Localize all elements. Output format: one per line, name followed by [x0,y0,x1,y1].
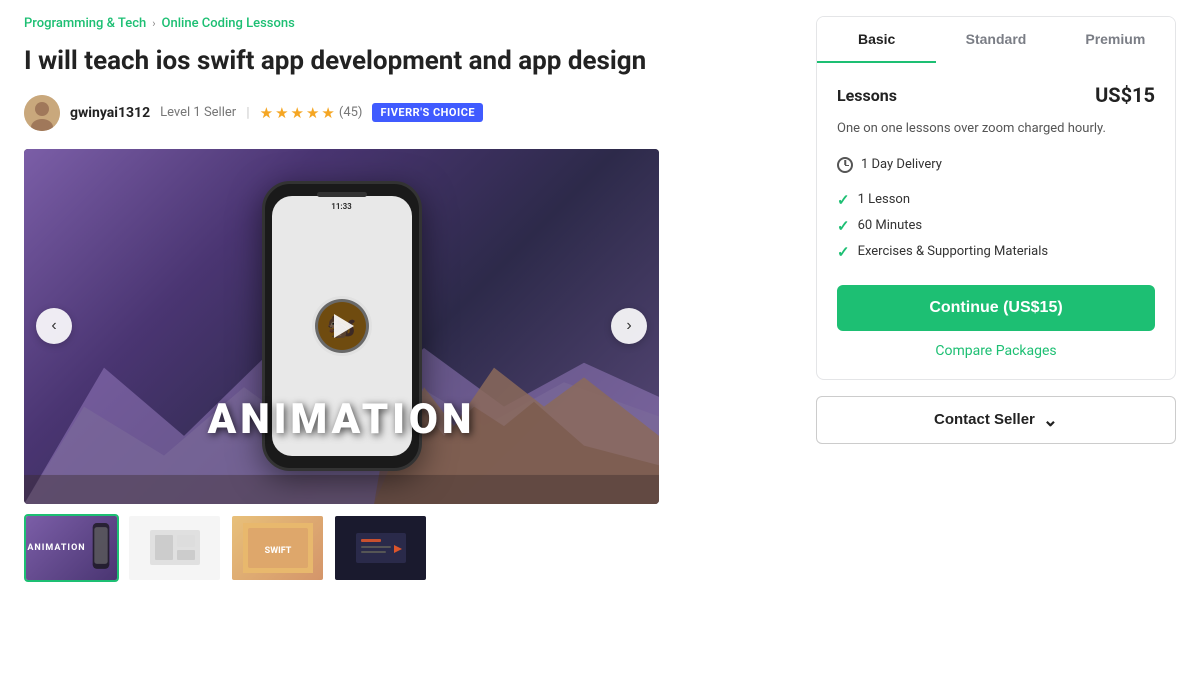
feature-2-text: 60 Minutes [858,218,923,233]
tab-standard[interactable]: Standard [936,17,1055,63]
star-rating: ★ ★ ★ ★ ★ (45) [260,104,363,122]
package-name: Lessons [837,86,897,105]
thumbnail-2[interactable] [127,514,222,582]
package-panel: Basic Standard Premium Lessons US$15 One… [816,16,1176,380]
avatar [24,95,60,131]
compare-packages-link[interactable]: Compare Packages [837,343,1155,359]
right-panel: Basic Standard Premium Lessons US$15 One… [816,16,1176,582]
package-features: ✓ 1 Lesson ✓ 60 Minutes ✓ Exercises & Su… [837,187,1155,265]
tab-premium[interactable]: Premium [1056,17,1175,63]
breadcrumb-separator: › [152,17,155,30]
seller-name[interactable]: gwinyai1312 [70,105,150,121]
media-viewer: 🐿️ 11:33 ANIMATION ‹ › [24,149,659,504]
chevron-down-icon: ⌄ [1043,411,1058,429]
delivery-text: 1 Day Delivery [861,157,942,172]
thumbnail-4[interactable] [333,514,428,582]
star-4: ★ [306,104,319,122]
rating-count: (45) [339,105,363,120]
tab-basic[interactable]: Basic [817,17,936,63]
seller-row: gwinyai1312 Level 1 Seller | ★ ★ ★ ★ ★ (… [24,95,784,131]
feature-1: ✓ 1 Lesson [837,187,1155,213]
package-description: One on one lessons over zoom charged hou… [837,119,1155,139]
fiverrs-choice-badge: FIVERR'S CHOICE [372,103,483,122]
feature-3-text: Exercises & Supporting Materials [858,244,1049,259]
svg-text:SWIFT: SWIFT [264,546,291,556]
star-3: ★ [291,104,304,122]
breadcrumb-child[interactable]: Online Coding Lessons [162,16,295,31]
feature-1-text: 1 Lesson [858,192,910,207]
prev-arrow[interactable]: ‹ [36,308,72,344]
check-icon-2: ✓ [837,217,850,235]
main-image: 🐿️ 11:33 ANIMATION ‹ › [24,149,659,504]
next-arrow[interactable]: › [611,308,647,344]
separator: | [246,105,249,121]
check-icon-3: ✓ [837,243,850,261]
thumbnail-1[interactable]: ANIMATION [24,514,119,582]
thumb-1-label: ANIMATION [27,543,85,553]
animation-label: ANIMATION [208,395,476,444]
check-icon-1: ✓ [837,191,850,209]
package-body: Lessons US$15 One on one lessons over zo… [817,63,1175,379]
feature-2: ✓ 60 Minutes [837,213,1155,239]
contact-seller-label: Contact Seller [934,411,1035,428]
thumbnail-3[interactable]: SWIFT [230,514,325,582]
breadcrumb: Programming & Tech › Online Coding Lesso… [24,16,784,31]
thumbnail-strip: ANIMATION [24,514,659,582]
breadcrumb-parent[interactable]: Programming & Tech [24,16,146,31]
play-button[interactable] [312,296,372,356]
star-1: ★ [260,104,273,122]
package-tabs: Basic Standard Premium [817,17,1175,63]
gig-title: I will teach ios swift app development a… [24,45,784,79]
phone-notch [317,192,367,197]
seller-level: Level 1 Seller [160,105,236,120]
star-5: ★ [321,104,334,122]
package-delivery: 1 Day Delivery [837,157,1155,173]
phone-time: 11:33 [331,202,351,211]
package-price: US$15 [1095,83,1155,107]
clock-icon [837,157,853,173]
contact-seller-button[interactable]: Contact Seller ⌄ [816,396,1176,444]
star-2: ★ [275,104,288,122]
feature-3: ✓ Exercises & Supporting Materials [837,239,1155,265]
continue-button[interactable]: Continue (US$15) [837,285,1155,331]
package-header: Lessons US$15 [837,83,1155,107]
